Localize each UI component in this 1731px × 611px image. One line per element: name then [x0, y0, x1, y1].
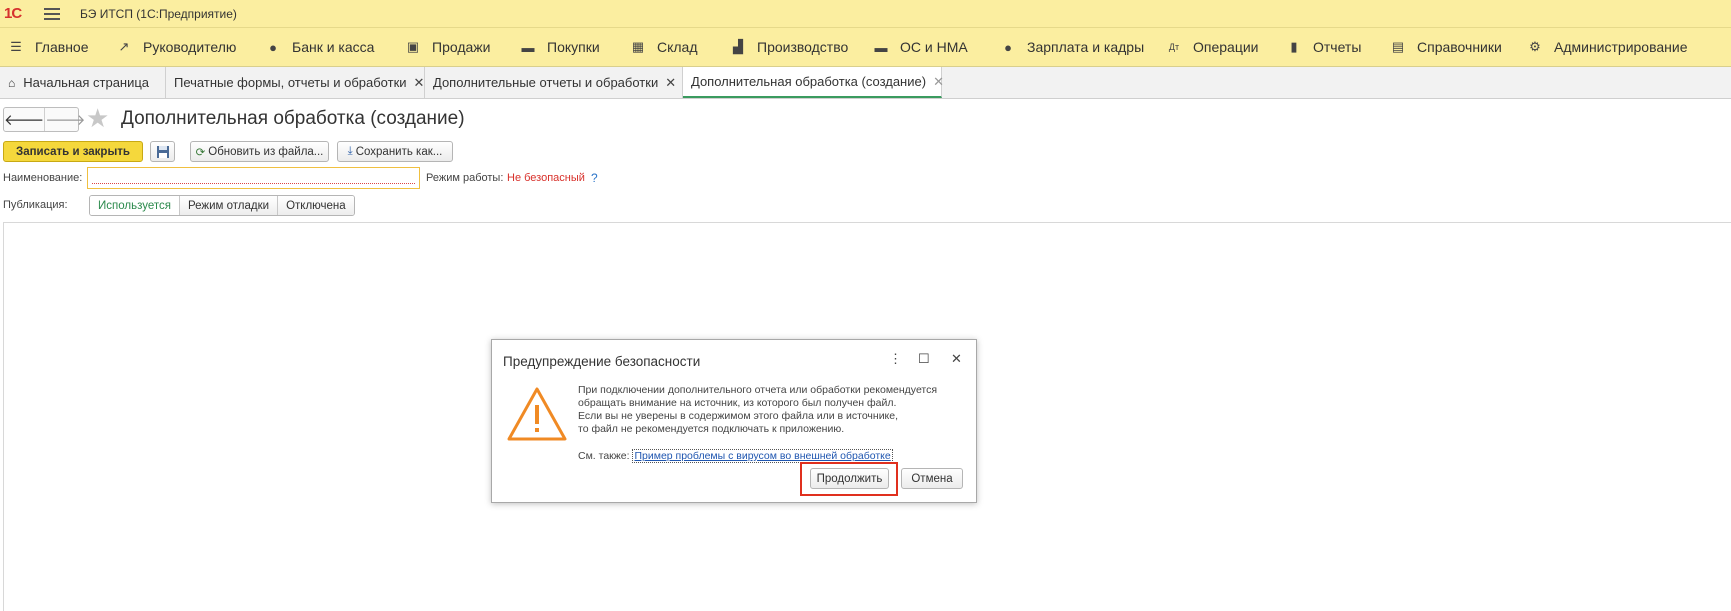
- dialog-title: Предупреждение безопасности: [503, 354, 701, 369]
- books-icon: ▤: [1391, 39, 1405, 54]
- download-icon: ⤓: [347, 145, 353, 157]
- more-options-icon[interactable]: ⋮: [889, 351, 902, 367]
- warning-icon: [507, 387, 567, 441]
- favorite-star-icon[interactable]: ★: [86, 105, 109, 131]
- save-icon[interactable]: [150, 141, 175, 162]
- section-purchases[interactable]: ▬ Покупки: [520, 28, 600, 66]
- save-as-button[interactable]: ⤓ Сохранить как...: [337, 141, 453, 162]
- cancel-button[interactable]: Отмена: [901, 468, 963, 489]
- bag-icon: ▣: [406, 39, 420, 54]
- save-and-close-button[interactable]: Записать и закрыть: [3, 141, 143, 162]
- bar-chart-icon: ▮: [1290, 39, 1298, 54]
- truck-icon: ▬: [874, 39, 888, 55]
- section-bank[interactable]: ● Банк и касса: [265, 28, 374, 66]
- section-payroll[interactable]: ● Зарплата и кадры: [1000, 28, 1144, 66]
- home-icon: ⌂: [8, 75, 16, 90]
- tab-print-forms[interactable]: Печатные формы, отчеты и обработки ✕: [166, 67, 425, 98]
- publication-option-used[interactable]: Используется: [90, 196, 179, 215]
- close-icon[interactable]: ✕: [933, 74, 944, 90]
- see-also: См. также: Пример проблемы с вирусом во …: [578, 449, 893, 463]
- update-from-file-button[interactable]: ⟳ Обновить из файла...: [190, 141, 329, 162]
- cart-icon: ▬: [521, 39, 535, 55]
- open-windows-bar: ⌂ Начальная страница Печатные формы, отч…: [0, 67, 1731, 99]
- 1c-logo: 1С: [4, 5, 22, 22]
- section-fixed-assets[interactable]: ▬ ОС и НМА: [873, 28, 968, 66]
- forward-arrow-icon[interactable]: 🡒: [44, 108, 85, 131]
- section-reports[interactable]: ▮ Отчеты: [1286, 28, 1361, 66]
- section-production[interactable]: ▟ Производство: [730, 28, 848, 66]
- section-main[interactable]: ☰ Главное: [8, 28, 88, 66]
- close-icon[interactable]: ✕: [665, 75, 676, 91]
- publication-label: Публикация:: [3, 199, 68, 211]
- menu-icon: ☰: [10, 39, 22, 54]
- warning-message: При подключении дополнительного отчета и…: [578, 384, 938, 435]
- main-menu-icon[interactable]: [44, 8, 60, 20]
- publication-switch: Используется Режим отладки Отключена: [89, 195, 355, 216]
- coin-icon: ●: [269, 39, 277, 55]
- publication-option-debug[interactable]: Режим отладки: [178, 196, 278, 215]
- virus-example-link[interactable]: Пример проблемы с вирусом во внешней обр…: [632, 449, 893, 463]
- trend-icon: ↗: [118, 39, 130, 54]
- name-input[interactable]: [87, 167, 420, 189]
- page-title: Дополнительная обработка (создание): [121, 108, 465, 129]
- section-sales[interactable]: ▣ Продажи: [405, 28, 491, 66]
- mode-value[interactable]: Не безопасный: [507, 172, 585, 184]
- security-warning-dialog: Предупреждение безопасности ⋮ ☐ ✕ При по…: [491, 339, 977, 503]
- gear-icon: ⚙: [1529, 39, 1541, 54]
- highlight-frame: [800, 462, 898, 496]
- mode-label: Режим работы:: [426, 172, 504, 184]
- section-warehouse[interactable]: ▦ Склад: [630, 28, 698, 66]
- section-administration[interactable]: ⚙ Администрирование: [1527, 28, 1687, 66]
- tab-additional-reports[interactable]: Дополнительные отчеты и обработки ✕: [425, 67, 683, 98]
- warehouse-icon: ▦: [631, 39, 645, 54]
- navigation-buttons: 🡐 🡒: [3, 107, 85, 132]
- maximize-icon[interactable]: ☐: [918, 351, 930, 367]
- file-refresh-icon: ⟳: [195, 146, 206, 159]
- back-arrow-icon[interactable]: 🡐: [4, 108, 44, 131]
- help-icon[interactable]: ?: [591, 171, 598, 185]
- section-catalogs[interactable]: ▤ Справочники: [1390, 28, 1502, 66]
- section-operations[interactable]: Дт Операции: [1166, 28, 1259, 66]
- name-label: Наименование:: [3, 172, 83, 184]
- factory-icon: ▟: [733, 39, 743, 54]
- person-icon: ●: [1004, 39, 1012, 55]
- sections-panel: ☰ Главное ↗ Руководителю ● Банк и касса ▣ Пр…: [0, 28, 1731, 67]
- close-icon[interactable]: ✕: [951, 351, 962, 367]
- tab-home[interactable]: ⌂ Начальная страница: [0, 67, 166, 98]
- close-icon[interactable]: ✕: [414, 75, 425, 91]
- tab-additional-processing-create[interactable]: Дополнительная обработка (создание) ✕: [683, 67, 944, 98]
- publication-option-disabled[interactable]: Отключена: [277, 196, 354, 215]
- title-bar: 1С БЭ ИТСП (1С:Предприятие): [0, 0, 1731, 28]
- dt-kt-icon: Дт: [1168, 42, 1180, 52]
- app-title: БЭ ИТСП (1С:Предприятие): [80, 7, 237, 21]
- section-manager[interactable]: ↗ Руководителю: [116, 28, 237, 66]
